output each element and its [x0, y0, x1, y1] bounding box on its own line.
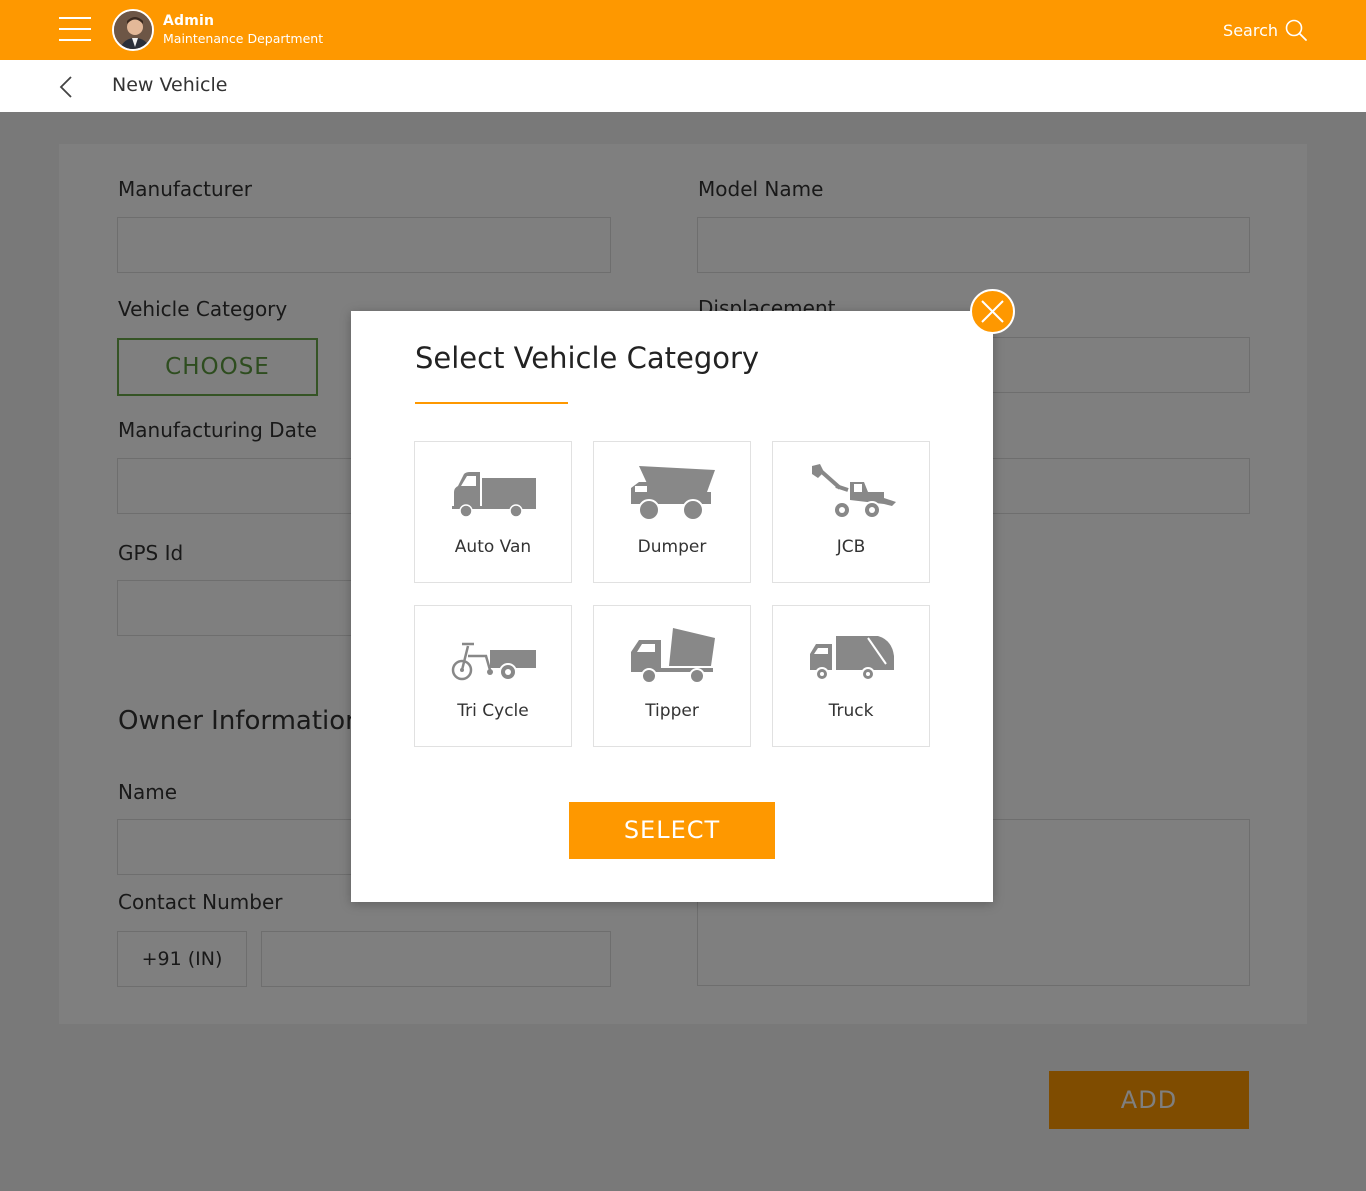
avatar[interactable]: [112, 9, 154, 51]
dumper-icon: [631, 466, 715, 521]
menu-icon[interactable]: [59, 15, 91, 43]
user-name: Admin: [163, 13, 215, 29]
close-icon: [981, 300, 1004, 323]
back-arrow-icon[interactable]: [56, 74, 78, 100]
search-button[interactable]: Search: [1223, 16, 1308, 44]
close-modal-button[interactable]: [970, 289, 1015, 334]
truck-icon: [810, 636, 894, 681]
category-label: Tri Cycle: [457, 701, 529, 721]
category-label: Auto Van: [454, 537, 532, 557]
modal-title: Select Vehicle Category: [415, 341, 760, 375]
category-tile-jcb[interactable]: JCB: [772, 441, 930, 583]
category-tile-tipper[interactable]: Tipper: [593, 605, 751, 747]
user-department: Maintenance Department: [163, 31, 324, 46]
select-button[interactable]: SELECT: [569, 802, 775, 859]
jcb-icon: [812, 464, 896, 519]
tipper-icon: [631, 628, 715, 684]
category-tile-truck[interactable]: Truck: [772, 605, 930, 747]
auto-van-icon: [452, 472, 536, 518]
category-label: Tipper: [645, 701, 699, 721]
search-label: Search: [1223, 20, 1278, 40]
select-vehicle-category-modal: Select Vehicle Category Auto Van Dumper: [351, 311, 993, 902]
category-label: JCB: [836, 537, 866, 557]
category-tile-auto-van[interactable]: Auto Van: [414, 441, 572, 583]
search-icon: [1284, 18, 1308, 42]
title-underline: [415, 402, 568, 404]
tri-cycle-icon: [451, 642, 536, 681]
top-bar: Admin Maintenance Department Search: [0, 0, 1366, 60]
category-tile-tri-cycle[interactable]: Tri Cycle: [414, 605, 572, 747]
category-tile-dumper[interactable]: Dumper: [593, 441, 751, 583]
category-label: Dumper: [637, 537, 707, 557]
category-label: Truck: [828, 701, 874, 721]
sub-header: New Vehicle: [0, 60, 1366, 112]
page-title: New Vehicle: [112, 74, 228, 96]
